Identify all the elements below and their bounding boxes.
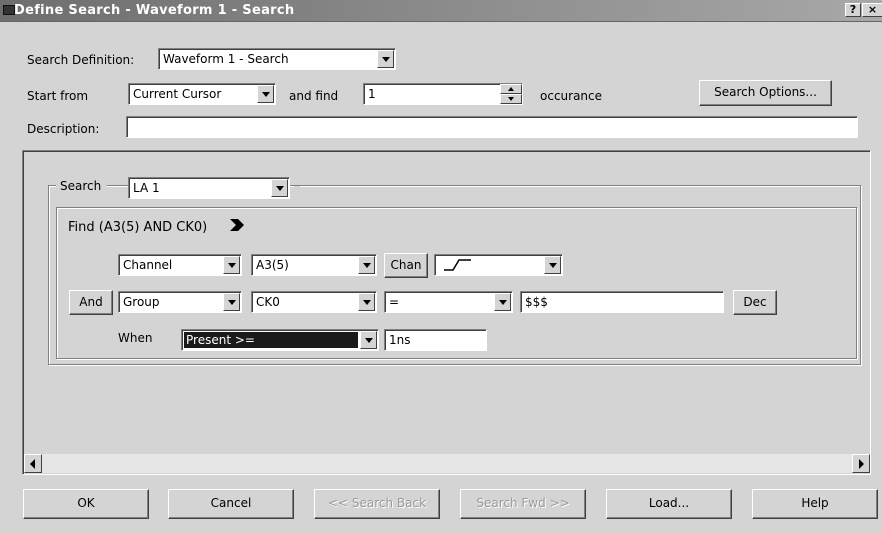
when-condition-value: Present >= <box>184 332 358 348</box>
chevron-down-icon[interactable] <box>377 50 394 68</box>
cancel-button[interactable]: Cancel <box>168 489 294 519</box>
help-icon[interactable]: ? <box>845 3 861 17</box>
spin-up-icon[interactable] <box>500 84 522 94</box>
search-back-button[interactable]: << Search Back <box>314 489 440 519</box>
search-definition-value: Waveform 1 - Search <box>163 52 289 66</box>
group-signal-combo[interactable]: CK0 <box>251 291 377 313</box>
chan-button[interactable]: Chan <box>384 253 428 278</box>
scroll-left-icon[interactable] <box>24 454 42 473</box>
find-expression: Find (A3(5) AND CK0) <box>68 220 208 235</box>
when-condition-combo[interactable]: Present >= <box>181 329 379 351</box>
chevron-down-icon[interactable] <box>271 179 288 197</box>
scroll-right-icon[interactable] <box>852 454 870 473</box>
and-find-label: and find <box>289 89 339 103</box>
search-group-label: Search <box>60 179 102 193</box>
description-input[interactable] <box>126 116 858 138</box>
occurance-label: occurance <box>540 89 603 103</box>
occurrence-count: 1 <box>368 87 376 101</box>
condition-type-combo-2[interactable]: Group <box>118 291 242 313</box>
spinner-arrows[interactable] <box>500 84 522 104</box>
help-button[interactable]: Help <box>752 489 878 519</box>
radix-button[interactable]: Dec <box>733 290 777 315</box>
edge-combo[interactable] <box>434 254 563 276</box>
load-button[interactable]: Load... <box>606 489 732 519</box>
window-title: Define Search - Waveform 1 - Search <box>14 3 295 18</box>
chevron-down-icon[interactable] <box>494 293 511 311</box>
operator-combo[interactable]: = <box>384 291 513 313</box>
ok-button[interactable]: OK <box>23 489 149 519</box>
start-from-combo[interactable]: Current Cursor <box>128 83 276 105</box>
search-source-value: LA 1 <box>133 181 160 195</box>
arrow-right-icon[interactable] <box>229 219 245 231</box>
search-fwd-button[interactable]: Search Fwd >> <box>460 489 586 519</box>
chevron-down-icon[interactable] <box>358 293 375 311</box>
chevron-down-icon[interactable] <box>223 293 240 311</box>
condition-type-combo[interactable]: Channel <box>118 254 242 276</box>
rising-edge-icon <box>443 258 473 275</box>
search-definition-label: Search Definition: <box>27 53 135 67</box>
start-from-value: Current Cursor <box>133 87 222 101</box>
time-input[interactable]: 1ns <box>384 329 487 351</box>
occurrence-spinner[interactable]: 1 <box>363 83 523 105</box>
search-definition-combo[interactable]: Waveform 1 - Search <box>158 48 396 70</box>
horizontal-scrollbar[interactable] <box>24 454 870 473</box>
and-button[interactable]: And <box>69 290 113 315</box>
spin-down-icon[interactable] <box>500 94 522 104</box>
close-icon[interactable]: × <box>862 3 882 17</box>
title-bar: Define Search - Waveform 1 - Search ? × <box>0 0 882 22</box>
chevron-down-icon[interactable] <box>360 331 377 349</box>
search-options-button[interactable]: Search Options... <box>699 80 832 106</box>
start-from-label: Start from <box>27 89 89 103</box>
description-label: Description: <box>27 122 100 136</box>
chevron-down-icon[interactable] <box>257 85 274 103</box>
search-group-header: Search <box>56 176 108 198</box>
chevron-down-icon[interactable] <box>544 256 561 274</box>
when-label: When <box>118 331 153 345</box>
chevron-down-icon[interactable] <box>358 256 375 274</box>
chevron-down-icon[interactable] <box>223 256 240 274</box>
search-source-combo[interactable]: LA 1 <box>128 177 290 199</box>
signal-combo[interactable]: A3(5) <box>251 254 377 276</box>
pattern-input[interactable]: $$$ <box>520 291 724 313</box>
